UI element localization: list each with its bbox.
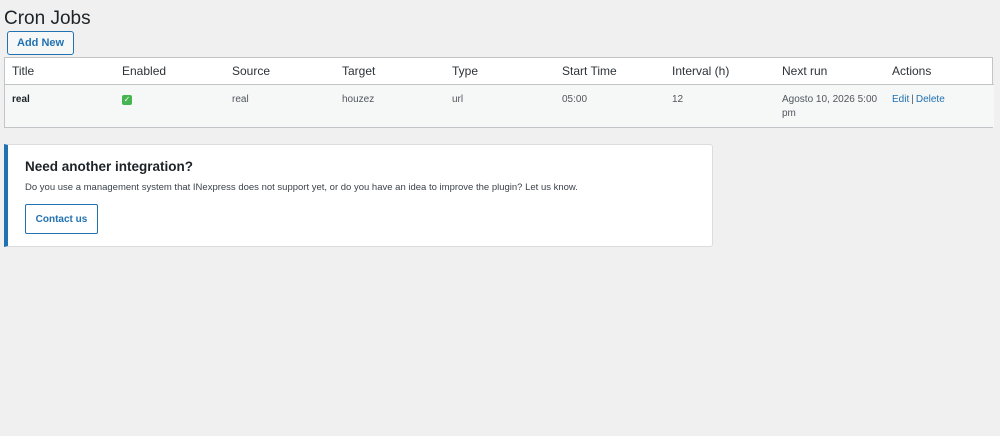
cron-jobs-table: Title Enabled Source Target Type Start T… bbox=[4, 57, 994, 128]
column-header-title: Title bbox=[5, 58, 115, 85]
column-header-start-time: Start Time bbox=[555, 58, 665, 85]
column-header-actions: Actions bbox=[885, 58, 994, 85]
cell-target: houzez bbox=[335, 84, 445, 127]
column-header-next-run: Next run bbox=[775, 58, 885, 85]
cell-type: url bbox=[445, 84, 555, 127]
cell-next-run: Agosto 10, 2026 5:00 pm bbox=[775, 84, 885, 127]
column-header-enabled: Enabled bbox=[115, 58, 225, 85]
integration-notice: Need another integration? Do you use a m… bbox=[4, 144, 713, 247]
column-header-interval: Interval (h) bbox=[665, 58, 775, 85]
column-header-source: Source bbox=[225, 58, 335, 85]
notice-text: Do you use a management system that INex… bbox=[25, 182, 578, 193]
page-title: Cron Jobs bbox=[4, 8, 91, 29]
cell-title: real bbox=[5, 84, 115, 127]
actions-separator: | bbox=[911, 94, 914, 105]
column-header-target: Target bbox=[335, 58, 445, 85]
cell-start-time: 05:00 bbox=[555, 84, 665, 127]
column-header-type: Type bbox=[445, 58, 555, 85]
table-header-row: Title Enabled Source Target Type Start T… bbox=[5, 58, 994, 85]
delete-link[interactable]: Delete bbox=[916, 94, 945, 105]
edit-link[interactable]: Edit bbox=[892, 94, 909, 105]
cell-enabled: ✓ bbox=[115, 84, 225, 127]
add-new-button[interactable]: Add New bbox=[7, 31, 75, 55]
table-row: real ✓ real houzez url 05:00 12 Agosto 1… bbox=[5, 84, 994, 127]
notice-title: Need another integration? bbox=[25, 159, 194, 174]
cell-interval: 12 bbox=[665, 84, 775, 127]
contact-us-button[interactable]: Contact us bbox=[25, 204, 98, 234]
cell-actions: Edit | Delete bbox=[885, 84, 994, 127]
checkbox-checked-icon: ✓ bbox=[122, 95, 132, 105]
cell-source: real bbox=[225, 84, 335, 127]
